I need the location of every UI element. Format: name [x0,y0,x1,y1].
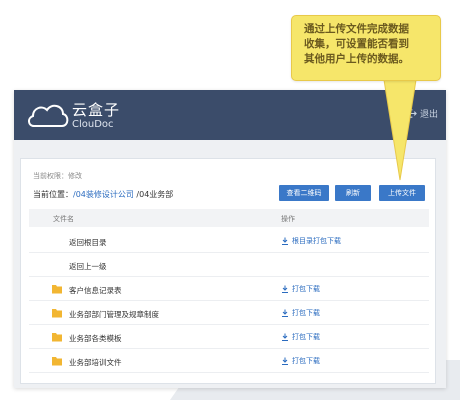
permission-text: 当前权限：修改 [33,172,82,180]
row-name[interactable]: 返回根目录 [69,237,107,248]
row-name[interactable]: 业务部培训文件 [69,357,122,368]
table-row[interactable]: 客户信息记录表 打包下载 [29,277,429,301]
row-name[interactable]: 客户信息记录表 [69,285,122,296]
download-link[interactable]: 打包下载 [281,356,320,366]
tooltip-callout: 通过上传文件完成数据 收集，可设置能否看到 其他用户上传的数据。 [291,15,441,81]
download-link[interactable]: 打包下载 [281,332,320,342]
download-icon [282,333,288,341]
callout-line: 其他用户上传的数据。 [304,53,409,65]
breadcrumb-prefix: 当前位置： [33,190,73,199]
table-row[interactable]: 业务部部门管理及规章制度 打包下载 [29,301,429,325]
breadcrumb: 当前位置：/04装修设计公司 /04业务部 [33,189,173,200]
row-name[interactable]: 业务部部门管理及规章制度 [69,309,159,320]
callout-line: 通过上传文件完成数据 [304,23,409,35]
folder-icon [52,357,62,366]
download-label: 打包下载 [292,285,320,293]
download-icon [282,285,288,293]
column-header-name: 文件名 [53,215,74,223]
download-label: 打包下载 [292,309,320,317]
folder-icon [52,333,62,342]
refresh-button[interactable]: 刷新 [335,185,371,201]
table-row[interactable]: 业务部各类模板 打包下载 [29,325,429,349]
logo-text-en: ClouDoc [72,119,114,130]
file-panel: 当前权限：修改 当前位置：/04装修设计公司 /04业务部 查看二维码 刷新 上… [20,158,436,384]
column-header-action: 操作 [281,215,295,223]
download-label: 打包下载 [292,333,320,341]
folder-icon [52,285,62,294]
upload-button[interactable]: 上传文件 [379,185,425,201]
callout-pointer [383,80,417,181]
row-name[interactable]: 业务部各类模板 [69,333,122,344]
row-name[interactable]: 返回上一级 [69,261,107,272]
logout-label: 退出 [419,110,438,120]
logo-text-cn: 云盒子 [72,101,121,119]
download-icon [282,237,288,245]
table-row[interactable]: 返回上一级 [29,253,429,277]
table-row[interactable]: 业务部培训文件 打包下载 [29,349,429,373]
table-header: 文件名 操作 [29,209,429,227]
download-icon [282,309,288,317]
breadcrumb-item-dept[interactable]: /04业务部 [136,190,173,199]
qrcode-button[interactable]: 查看二维码 [279,185,329,201]
breadcrumb-item-company[interactable]: /04装修设计公司 [73,190,134,199]
callout-line: 收集，可设置能否看到 [304,38,409,50]
download-label: 打包下载 [292,357,320,365]
download-root-link[interactable]: 根目录打包下载 [281,236,341,246]
download-link[interactable]: 打包下载 [281,308,320,318]
cloud-logo-icon [28,104,69,127]
table-row[interactable]: 返回根目录 根目录打包下载 [29,229,429,253]
download-link[interactable]: 打包下载 [281,284,320,294]
download-icon [282,357,288,365]
folder-icon [52,309,62,318]
download-label: 根目录打包下载 [292,237,341,245]
